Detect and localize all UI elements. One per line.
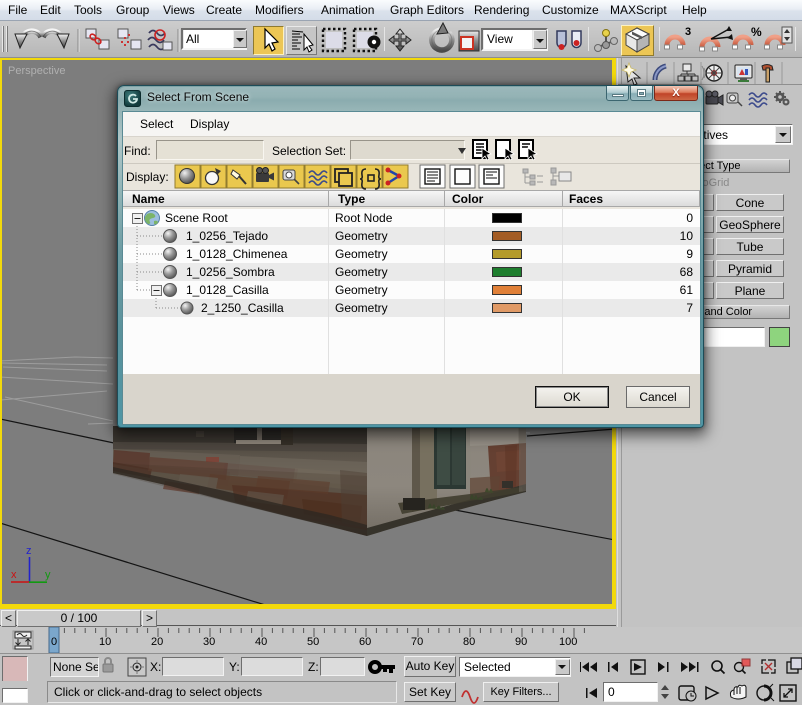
svg-text:100: 100 [559, 636, 577, 648]
svg-text:10: 10 [99, 636, 111, 648]
svg-text:20: 20 [151, 636, 163, 648]
svg-text:50: 50 [307, 636, 319, 648]
svg-text:70: 70 [411, 636, 423, 648]
svg-text:80: 80 [463, 636, 475, 648]
svg-text:%: % [751, 25, 762, 39]
svg-text:0: 0 [51, 636, 57, 648]
svg-text:z: z [26, 545, 32, 557]
svg-text:3: 3 [685, 26, 691, 38]
svg-text:30: 30 [203, 636, 215, 648]
svg-text:x: x [11, 569, 17, 581]
svg-text:90: 90 [515, 636, 527, 648]
svg-text:40: 40 [255, 636, 267, 648]
svg-text:y: y [45, 569, 51, 581]
svg-text:60: 60 [359, 636, 371, 648]
